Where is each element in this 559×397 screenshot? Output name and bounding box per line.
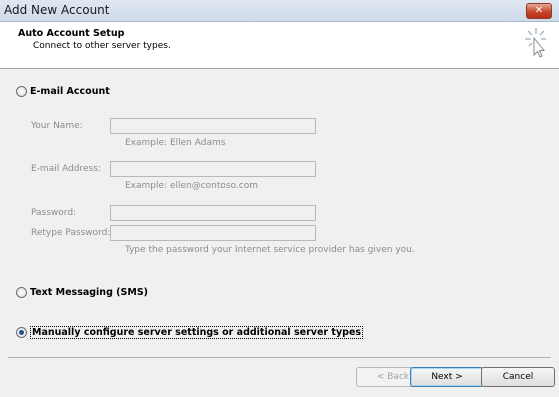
your-name-field[interactable] <box>110 118 316 134</box>
manual-configure-option[interactable]: Manually configure server settings or ad… <box>16 326 364 339</box>
password-hint: Type the password your Internet service … <box>125 245 415 255</box>
footer-divider <box>8 357 551 358</box>
your-name-label: Your Name: <box>31 121 83 131</box>
email-address-label: E-mail Address: <box>31 164 101 174</box>
your-name-hint: Example: Ellen Adams <box>125 138 226 148</box>
header-subtitle: Connect to other server types. <box>33 41 171 51</box>
text-messaging-radio[interactable] <box>16 287 27 298</box>
text-messaging-option[interactable]: Text Messaging (SMS) <box>16 287 148 298</box>
next-button[interactable]: Next > <box>410 367 484 387</box>
email-address-hint: Example: ellen@contoso.com <box>125 181 259 191</box>
header-title: Auto Account Setup <box>18 28 125 39</box>
password-label: Password: <box>31 208 77 218</box>
retype-password-label: Retype Password: <box>31 228 111 238</box>
email-address-field[interactable] <box>110 161 316 177</box>
email-account-option[interactable]: E-mail Account <box>16 86 110 97</box>
manual-configure-label: Manually configure server settings or ad… <box>30 326 364 339</box>
title-bar: Add New Account ✕ <box>0 0 559 22</box>
email-account-label: E-mail Account <box>30 86 110 97</box>
manual-configure-radio[interactable] <box>16 327 27 338</box>
wizard-sparkle-icon <box>525 28 546 58</box>
window-title: Add New Account <box>4 3 110 17</box>
text-messaging-label: Text Messaging (SMS) <box>30 287 149 298</box>
retype-password-field[interactable] <box>110 225 316 241</box>
email-account-radio[interactable] <box>16 86 27 97</box>
cancel-button[interactable]: Cancel <box>481 367 555 387</box>
wizard-header: Auto Account Setup Connect to other serv… <box>0 22 559 69</box>
close-button[interactable]: ✕ <box>526 3 552 19</box>
password-field[interactable] <box>110 205 316 221</box>
